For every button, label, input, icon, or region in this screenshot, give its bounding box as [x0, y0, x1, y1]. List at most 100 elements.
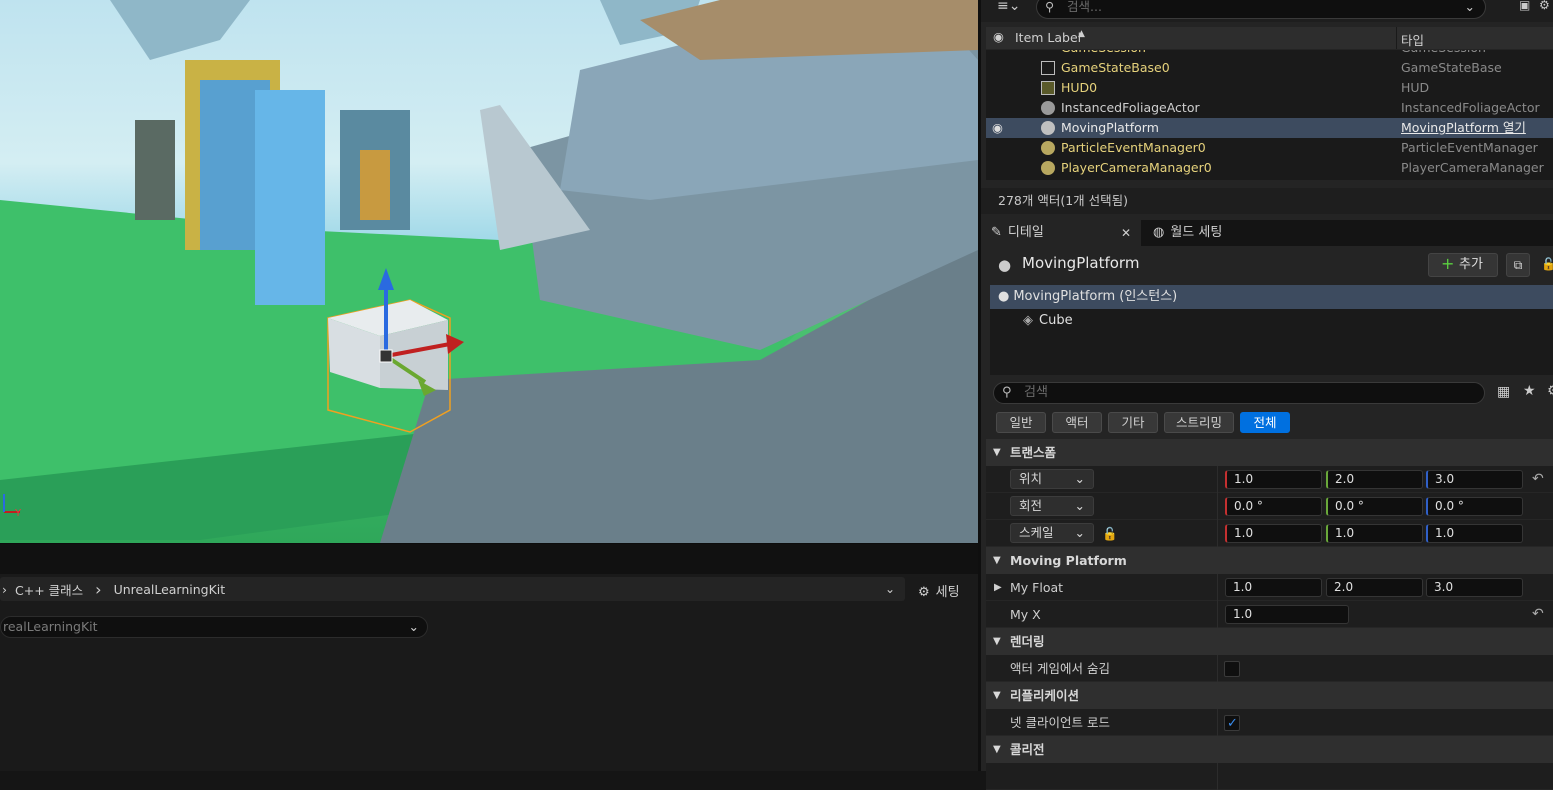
location-label: 위치 [1019, 471, 1043, 486]
list-item[interactable]: HUD0 HUD [986, 78, 1553, 98]
actor-type: GameStateBase [1401, 60, 1502, 75]
gear-icon[interactable]: ⚙ [1539, 0, 1550, 12]
column-divider[interactable] [1396, 27, 1397, 49]
divider [1217, 763, 1218, 790]
section-moving-platform[interactable]: ▼ Moving Platform [986, 547, 1553, 574]
component-cube[interactable]: ◈ Cube [990, 309, 1553, 333]
outliner-search-input[interactable]: ⚲ 검색... ⌄ [1036, 0, 1486, 19]
close-icon[interactable]: ✕ [1121, 220, 1131, 246]
tab-details[interactable]: ✎ 디테일 ✕ [981, 220, 1141, 246]
col-item-label[interactable]: Item Label [1015, 30, 1081, 45]
lock-icon[interactable]: 🔓 [1541, 257, 1553, 271]
scale-y-field[interactable]: 1.0 [1326, 524, 1423, 543]
list-item[interactable]: GameStateBase0 GameStateBase [986, 58, 1553, 78]
my-float-x-field[interactable]: 1.0 [1225, 578, 1322, 597]
blueprint-icon[interactable]: ⧉ [1506, 253, 1530, 277]
list-item-selected[interactable]: ◉ MovingPlatform MovingPlatform 열기 [986, 118, 1553, 138]
gear-icon: ⚙ [918, 585, 930, 600]
section-collision[interactable]: ▼ 콜리전 [986, 736, 1553, 763]
prop-rotation: 회전 ⌄ 0.0 ° 0.0 ° 0.0 ° [986, 493, 1553, 520]
level-viewport[interactable]: Y [0, 0, 978, 543]
viewport-scene: Y [0, 0, 978, 543]
list-item[interactable]: InstancedFoliageActor InstancedFoliageAc… [986, 98, 1553, 118]
rotation-z-field[interactable]: 0.0 ° [1426, 497, 1523, 516]
list-item[interactable]: PlayerCameraManager0 PlayerCameraManager [986, 158, 1553, 178]
location-dropdown[interactable]: 위치 ⌄ [1010, 469, 1094, 489]
filter-general[interactable]: 일반 [996, 412, 1046, 433]
prop-location: 위치 ⌄ 1.0 2.0 3.0 ↶ [986, 466, 1553, 493]
details-search-input[interactable]: ⚲ 검색 [993, 382, 1485, 404]
star-icon[interactable]: ★ [1523, 383, 1536, 399]
table-view-icon[interactable]: ▦ [1497, 384, 1510, 400]
outliner-list: GameSession GameSession GameStateBase0 G… [986, 50, 1553, 180]
panel-tabs: ✎ 디테일 ✕ ◍ 월드 세팅 [981, 220, 1553, 246]
list-item[interactable]: GameSession GameSession [986, 50, 1553, 58]
hide-in-game-checkbox[interactable] [1224, 661, 1240, 677]
component-instance[interactable]: ● MovingPlatform (인스턴스) [990, 285, 1553, 309]
chevron-down-icon: ⌄ [1074, 525, 1085, 540]
section-transform[interactable]: ▼ 트랜스폼 [986, 439, 1553, 466]
chevron-down-icon: ⌄ [1074, 498, 1085, 513]
settings-button[interactable]: ⚙ 세팅 [918, 581, 960, 600]
section-replication[interactable]: ▼ 리플리케이션 [986, 682, 1553, 709]
actor-name: MovingPlatform [1061, 120, 1159, 135]
visibility-icon[interactable]: ◉ [992, 118, 1003, 138]
chevron-down-icon[interactable]: ⌄ [1465, 0, 1475, 18]
my-float-y-field[interactable]: 2.0 [1326, 578, 1423, 597]
chevron-down-icon: ⌄ [408, 619, 419, 634]
tab-details-label: 디테일 [1007, 225, 1044, 240]
gear-icon[interactable]: ⚙ [1547, 383, 1553, 399]
chevron-down-icon[interactable]: ⌄ [885, 582, 895, 596]
lock-icon[interactable]: 🔓 [1102, 520, 1118, 547]
my-float-z-field[interactable]: 3.0 [1426, 578, 1523, 597]
scale-x-field[interactable]: 1.0 [1225, 524, 1322, 543]
filter-misc[interactable]: 기타 [1108, 412, 1158, 433]
actor-icon [1041, 161, 1055, 175]
divider [1217, 709, 1218, 736]
filter-all[interactable]: 전체 [1240, 412, 1290, 433]
scale-z-field[interactable]: 1.0 [1426, 524, 1523, 543]
actor-type: GameSession [1401, 50, 1486, 58]
rotation-dropdown[interactable]: 회전 ⌄ [1010, 496, 1094, 516]
prop-my-x: My X 1.0 ↶ [986, 601, 1553, 628]
list-item[interactable]: ParticleEventManager0 ParticleEventManag… [986, 138, 1553, 158]
location-y-field[interactable]: 2.0 [1326, 470, 1423, 489]
rotation-y-field[interactable]: 0.0 ° [1326, 497, 1423, 516]
actor-type: PlayerCameraManager [1401, 160, 1544, 175]
my-x-field[interactable]: 1.0 [1225, 605, 1349, 624]
collapse-arrow-icon: ▼ [993, 447, 1001, 458]
section-transform-label: 트랜스폼 [1010, 445, 1057, 460]
breadcrumb-root[interactable]: C++ 클래스 [15, 580, 83, 599]
net-load-checkbox[interactable]: ✓ [1224, 715, 1240, 731]
filter-streaming[interactable]: 스트리밍 [1164, 412, 1234, 433]
outliner-header: ◉ Item Label ▲ 타입 [986, 27, 1553, 49]
rotation-x-field[interactable]: 0.0 ° [1225, 497, 1322, 516]
my-float-label: My Float [1010, 580, 1064, 595]
breadcrumb-current[interactable]: UnrealLearningKit [114, 582, 226, 597]
add-component-button[interactable]: + 추가 [1428, 253, 1498, 277]
reset-icon[interactable]: ↶ [1532, 466, 1544, 493]
divider [1217, 655, 1218, 682]
location-x-field[interactable]: 1.0 [1225, 470, 1322, 489]
hide-in-game-label: 액터 게임에서 숨김 [1010, 661, 1110, 676]
outliner-search-placeholder: 검색... [1067, 0, 1102, 14]
location-z-field[interactable]: 3.0 [1426, 470, 1523, 489]
chevron-right-icon: › [2, 581, 7, 597]
open-blueprint-link[interactable]: MovingPlatform 열기 [1401, 118, 1526, 138]
expand-arrow-icon[interactable]: ▶ [994, 574, 1002, 601]
tab-world-settings[interactable]: ◍ 월드 세팅 [1153, 220, 1263, 246]
scale-dropdown[interactable]: 스케일 ⌄ [1010, 523, 1094, 543]
col-type[interactable]: 타입 [1401, 30, 1424, 49]
section-rendering[interactable]: ▼ 렌더링 [986, 628, 1553, 655]
add-folder-icon[interactable]: ▣ [1519, 0, 1530, 12]
reset-icon[interactable]: ↶ [1532, 601, 1544, 628]
add-component-label: 추가 [1459, 257, 1483, 272]
plus-icon: + [1441, 254, 1455, 273]
actor-name: PlayerCameraManager0 [1061, 160, 1212, 175]
actor-type: ParticleEventManager [1401, 140, 1538, 155]
filter-icon[interactable]: ≡⌄ [997, 0, 1020, 14]
filter-actor[interactable]: 액터 [1052, 412, 1102, 433]
visibility-icon[interactable]: ◉ [993, 29, 1004, 44]
class-combo-box[interactable]: realLearningKit ⌄ [0, 616, 428, 638]
collapse-arrow-icon: ▼ [993, 744, 1001, 755]
